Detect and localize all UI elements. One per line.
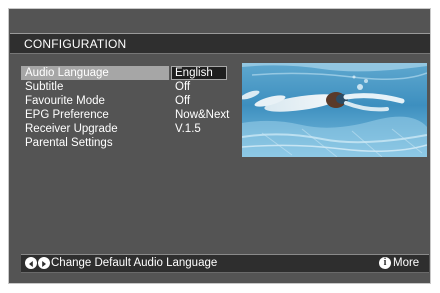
menu-item-label: Receiver Upgrade [25,123,118,135]
menu-item-value: V.1.5 [175,123,201,135]
menu-item-label: Parental Settings [25,137,113,149]
configuration-menu: Audio Language English Subtitle Off Favo… [21,66,230,150]
menu-item-receiver-upgrade[interactable]: Receiver Upgrade V.1.5 [21,122,228,136]
menu-item-subtitle[interactable]: Subtitle Off [21,80,228,94]
menu-item-favourite-mode[interactable]: Favourite Mode Off [21,94,228,108]
left-arrow-circle-icon [25,257,37,269]
title-bar: CONFIGURATION [10,33,430,54]
right-arrow-circle-icon [38,257,50,269]
swimmer-preview-image [242,63,427,157]
menu-item-label: Audio Language [25,67,109,79]
menu-item-value: Off [175,95,191,107]
more-button[interactable]: i More [379,257,425,270]
menu-item-value: Off [175,81,191,93]
menu-item-audio-language[interactable]: Audio Language English [21,66,228,80]
menu-item-parental-settings[interactable]: Parental Settings [21,136,228,150]
menu-item-label: Favourite Mode [25,95,105,107]
menu-item-label: EPG Preference [25,109,109,121]
status-bar: Change Default Audio Language i More [21,254,429,273]
hint-text: Change Default Audio Language [51,257,218,269]
more-label: More [393,257,420,269]
menu-item-value: Now&Next [175,109,230,121]
menu-item-epg-preference[interactable]: EPG Preference Now&Next [21,108,230,122]
menu-item-label: Subtitle [25,81,64,93]
menu-item-value[interactable]: English [175,66,213,80]
page-title: CONFIGURATION [24,37,127,51]
info-icon: i [379,257,391,269]
